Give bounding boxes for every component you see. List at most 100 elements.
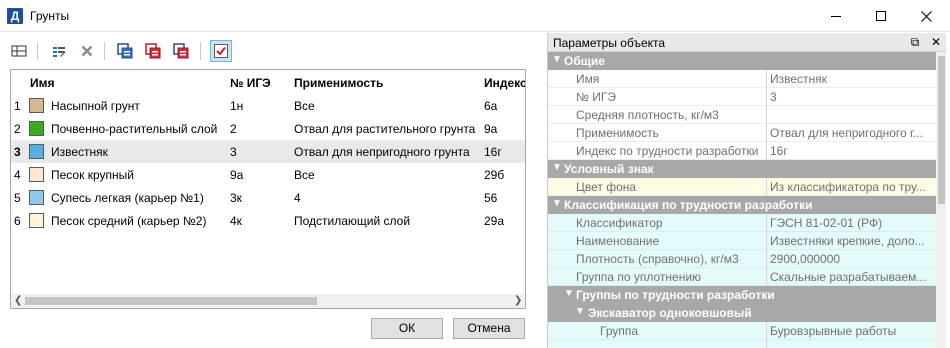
- property-row[interactable]: Индекс по трудности разработки 16г: [548, 142, 936, 160]
- cell-applicability: Подстилающий слой: [294, 214, 411, 228]
- collapse-icon[interactable]: ▼: [552, 54, 562, 65]
- property-value[interactable]: ГЭСН 81-02-01 (РФ): [770, 216, 932, 230]
- collapse-icon[interactable]: ▼: [552, 198, 562, 209]
- cell-ige: 9а: [230, 168, 244, 182]
- property-value[interactable]: 3: [770, 90, 932, 104]
- category-label: Условный знак: [564, 162, 654, 176]
- collapse-icon[interactable]: ▼: [575, 306, 585, 317]
- window-title: Грунты: [30, 9, 70, 23]
- property-row[interactable]: Цвет фона Из классификатора по тру...: [548, 178, 936, 196]
- category-general[interactable]: ▼ Общие: [548, 52, 936, 70]
- cell-name: Песок средний (карьер №2): [51, 214, 207, 228]
- property-row[interactable]: № ИГЭ 3: [548, 88, 936, 106]
- delete-button[interactable]: [76, 40, 98, 62]
- category-label: Экскаватор одноковшовый: [588, 306, 752, 320]
- column-divider: [766, 250, 767, 268]
- cancel-button[interactable]: Отмена: [453, 318, 525, 339]
- table-row[interactable]: 6 Песок средний (карьер №2) 4к Подстилаю…: [11, 209, 525, 232]
- column-header-ige[interactable]: № ИГЭ: [230, 76, 271, 90]
- property-row-partial[interactable]: [548, 340, 936, 348]
- minimize-icon: [831, 15, 841, 17]
- property-row[interactable]: Классификатор ГЭСН 81-02-01 (РФ): [548, 214, 936, 232]
- cell-name: Супесь легкая (карьер №1): [51, 191, 204, 205]
- edit-button[interactable]: [48, 40, 70, 62]
- property-row[interactable]: Наименование Известняки крепкие, доло...: [548, 232, 936, 250]
- property-value[interactable]: Буровзрывные работы: [770, 324, 932, 338]
- column-divider: [766, 268, 767, 286]
- import-button[interactable]: [114, 40, 136, 62]
- column-divider: [766, 88, 767, 106]
- property-value[interactable]: Известняк: [770, 72, 932, 86]
- scroll-thumb[interactable]: [938, 56, 945, 204]
- toolbar-separator: [200, 42, 201, 60]
- delete-icon: [81, 45, 93, 57]
- property-label: Плотность (справочно), кг/м3: [576, 252, 739, 266]
- cell-index: 16г: [484, 145, 502, 159]
- cell-applicability: Отвал для непригодного грунта: [294, 145, 470, 159]
- table-row[interactable]: 2 Почвенно-растительный слой 2 Отвал для…: [11, 117, 525, 140]
- classifier-button[interactable]: [170, 40, 192, 62]
- category-classification[interactable]: ▼ Классификация по трудности разработки: [548, 196, 936, 214]
- color-swatch: [29, 167, 44, 182]
- property-value[interactable]: Из классификатора по тру...: [770, 180, 932, 194]
- ok-button[interactable]: ОК: [371, 318, 443, 339]
- cell-ige: 3: [230, 145, 237, 159]
- category-difficulty-groups[interactable]: ▼ Группы по трудности разработки: [548, 286, 936, 304]
- property-row[interactable]: Плотность (справочно), кг/м3 2900,000000: [548, 250, 936, 268]
- scroll-right-icon[interactable]: ❯: [514, 295, 522, 306]
- category-excavator[interactable]: ▼ Экскаватор одноковшовый: [548, 304, 936, 322]
- color-swatch: [29, 121, 44, 136]
- cell-index: 6а: [484, 99, 498, 113]
- property-row[interactable]: Имя Известняк: [548, 70, 936, 88]
- scroll-thumb[interactable]: [25, 297, 317, 305]
- table-row[interactable]: 5 Супесь легкая (карьер №1) 3к 4 56: [11, 186, 525, 209]
- maximize-button[interactable]: [858, 0, 904, 32]
- color-swatch: [29, 213, 44, 228]
- color-swatch: [29, 144, 44, 159]
- maximize-icon: [876, 11, 886, 21]
- column-header-name[interactable]: Имя: [30, 76, 55, 90]
- column-header-index[interactable]: Индекс: [484, 76, 525, 90]
- cell-name: Известняк: [51, 145, 108, 159]
- edit-list-icon: [53, 47, 65, 57]
- table-row[interactable]: 4 Песок крупный 9а Все 29б: [11, 163, 525, 186]
- checkmark-icon: [214, 44, 228, 58]
- property-value[interactable]: Известняки крепкие, доло...: [770, 234, 932, 248]
- column-divider: [766, 340, 767, 348]
- row-number: 2: [14, 122, 21, 136]
- property-row[interactable]: Средняя плотность, кг/м3: [548, 106, 936, 124]
- collapse-icon[interactable]: ▼: [564, 288, 574, 299]
- property-label: Средняя плотность, кг/м3: [576, 108, 719, 122]
- table-row-selected[interactable]: 3 Известняк 3 Отвал для непригодного гру…: [11, 140, 525, 163]
- add-row-button[interactable]: [8, 40, 30, 62]
- column-header-applicability[interactable]: Применимость: [294, 76, 383, 90]
- close-panel-icon[interactable]: ✕: [929, 35, 943, 49]
- export-button[interactable]: [142, 40, 164, 62]
- property-row[interactable]: Группа Буровзрывные работы: [548, 322, 936, 340]
- cell-applicability: Все: [294, 99, 315, 113]
- row-number: 3: [14, 145, 21, 159]
- cell-applicability: 4: [294, 191, 301, 205]
- property-value[interactable]: 2900,000000: [770, 252, 932, 266]
- apply-check-button[interactable]: [210, 40, 232, 62]
- category-symbol[interactable]: ▼ Условный знак: [548, 160, 936, 178]
- property-label: Группа: [600, 324, 639, 338]
- category-label: Общие: [564, 54, 605, 68]
- property-label: Группа по уплотнению: [576, 270, 702, 284]
- property-value[interactable]: 16г: [770, 144, 932, 158]
- table-row[interactable]: 1 Насыпной грунт 1н Все 6а: [11, 94, 525, 117]
- property-value[interactable]: Отвал для непригодного г...: [770, 126, 932, 140]
- close-button[interactable]: [903, 0, 949, 32]
- property-value[interactable]: Скальные разрабатываем...: [770, 270, 932, 284]
- column-divider: [766, 124, 767, 142]
- collapse-icon[interactable]: ▼: [552, 162, 562, 173]
- column-divider: [766, 322, 767, 340]
- title-bar: Д Грунты: [0, 0, 950, 32]
- scroll-left-icon[interactable]: ❮: [14, 295, 22, 306]
- vertical-scrollbar[interactable]: [936, 52, 946, 348]
- property-row[interactable]: Группа по уплотнению Скальные разрабатыв…: [548, 268, 936, 286]
- float-panel-icon[interactable]: ⧉: [908, 35, 922, 50]
- property-row[interactable]: Применимость Отвал для непригодного г...: [548, 124, 936, 142]
- minimize-button[interactable]: [813, 0, 859, 32]
- horizontal-scrollbar[interactable]: ❮ ❯: [11, 294, 525, 308]
